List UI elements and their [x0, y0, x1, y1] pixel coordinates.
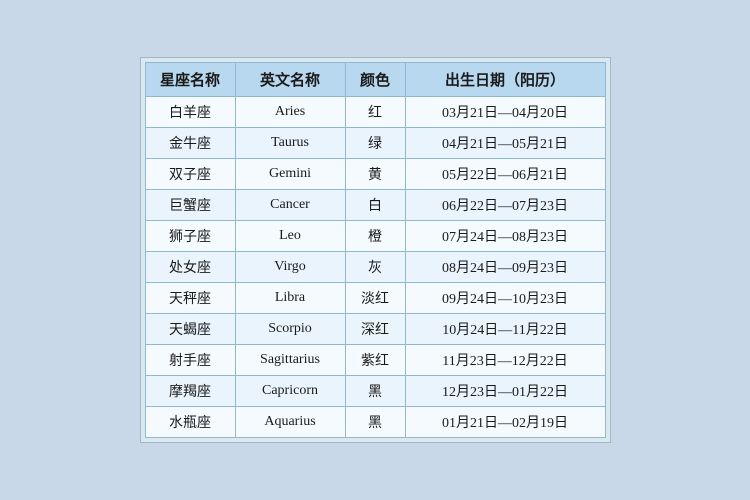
cell-color: 红: [345, 97, 405, 128]
cell-date: 05月22日—06月21日: [405, 159, 605, 190]
cell-english: Scorpio: [235, 314, 345, 345]
cell-english: Gemini: [235, 159, 345, 190]
table-row: 金牛座Taurus绿04月21日—05月21日: [145, 128, 605, 159]
cell-color: 绿: [345, 128, 405, 159]
cell-color: 紫红: [345, 345, 405, 376]
cell-date: 01月21日—02月19日: [405, 407, 605, 438]
zodiac-table-container: 星座名称 英文名称 颜色 出生日期（阳历） 白羊座Aries红03月21日—04…: [140, 57, 611, 443]
table-row: 天秤座Libra淡红09月24日—10月23日: [145, 283, 605, 314]
header-english: 英文名称: [235, 63, 345, 97]
cell-english: Cancer: [235, 190, 345, 221]
cell-color: 淡红: [345, 283, 405, 314]
table-row: 狮子座Leo橙07月24日—08月23日: [145, 221, 605, 252]
cell-chinese: 射手座: [145, 345, 235, 376]
cell-english: Aries: [235, 97, 345, 128]
cell-chinese: 水瓶座: [145, 407, 235, 438]
cell-date: 04月21日—05月21日: [405, 128, 605, 159]
cell-chinese: 天秤座: [145, 283, 235, 314]
header-color: 颜色: [345, 63, 405, 97]
table-header-row: 星座名称 英文名称 颜色 出生日期（阳历）: [145, 63, 605, 97]
cell-color: 灰: [345, 252, 405, 283]
cell-date: 09月24日—10月23日: [405, 283, 605, 314]
cell-english: Aquarius: [235, 407, 345, 438]
cell-date: 03月21日—04月20日: [405, 97, 605, 128]
cell-color: 白: [345, 190, 405, 221]
cell-date: 07月24日—08月23日: [405, 221, 605, 252]
cell-chinese: 天蝎座: [145, 314, 235, 345]
cell-english: Libra: [235, 283, 345, 314]
cell-color: 深红: [345, 314, 405, 345]
cell-english: Sagittarius: [235, 345, 345, 376]
cell-color: 黑: [345, 376, 405, 407]
cell-english: Taurus: [235, 128, 345, 159]
cell-chinese: 双子座: [145, 159, 235, 190]
cell-chinese: 金牛座: [145, 128, 235, 159]
table-row: 射手座Sagittarius紫红11月23日—12月22日: [145, 345, 605, 376]
cell-english: Leo: [235, 221, 345, 252]
header-date: 出生日期（阳历）: [405, 63, 605, 97]
cell-english: Virgo: [235, 252, 345, 283]
table-row: 天蝎座Scorpio深红10月24日—11月22日: [145, 314, 605, 345]
cell-date: 12月23日—01月22日: [405, 376, 605, 407]
cell-color: 黑: [345, 407, 405, 438]
cell-chinese: 处女座: [145, 252, 235, 283]
table-row: 白羊座Aries红03月21日—04月20日: [145, 97, 605, 128]
cell-color: 橙: [345, 221, 405, 252]
cell-chinese: 巨蟹座: [145, 190, 235, 221]
cell-chinese: 白羊座: [145, 97, 235, 128]
zodiac-table: 星座名称 英文名称 颜色 出生日期（阳历） 白羊座Aries红03月21日—04…: [145, 62, 606, 438]
cell-chinese: 摩羯座: [145, 376, 235, 407]
cell-color: 黄: [345, 159, 405, 190]
cell-chinese: 狮子座: [145, 221, 235, 252]
table-row: 摩羯座Capricorn黑12月23日—01月22日: [145, 376, 605, 407]
cell-date: 11月23日—12月22日: [405, 345, 605, 376]
table-row: 巨蟹座Cancer白06月22日—07月23日: [145, 190, 605, 221]
table-row: 处女座Virgo灰08月24日—09月23日: [145, 252, 605, 283]
cell-english: Capricorn: [235, 376, 345, 407]
cell-date: 08月24日—09月23日: [405, 252, 605, 283]
table-row: 水瓶座Aquarius黑01月21日—02月19日: [145, 407, 605, 438]
header-chinese: 星座名称: [145, 63, 235, 97]
table-row: 双子座Gemini黄05月22日—06月21日: [145, 159, 605, 190]
cell-date: 10月24日—11月22日: [405, 314, 605, 345]
cell-date: 06月22日—07月23日: [405, 190, 605, 221]
table-body: 白羊座Aries红03月21日—04月20日金牛座Taurus绿04月21日—0…: [145, 97, 605, 438]
